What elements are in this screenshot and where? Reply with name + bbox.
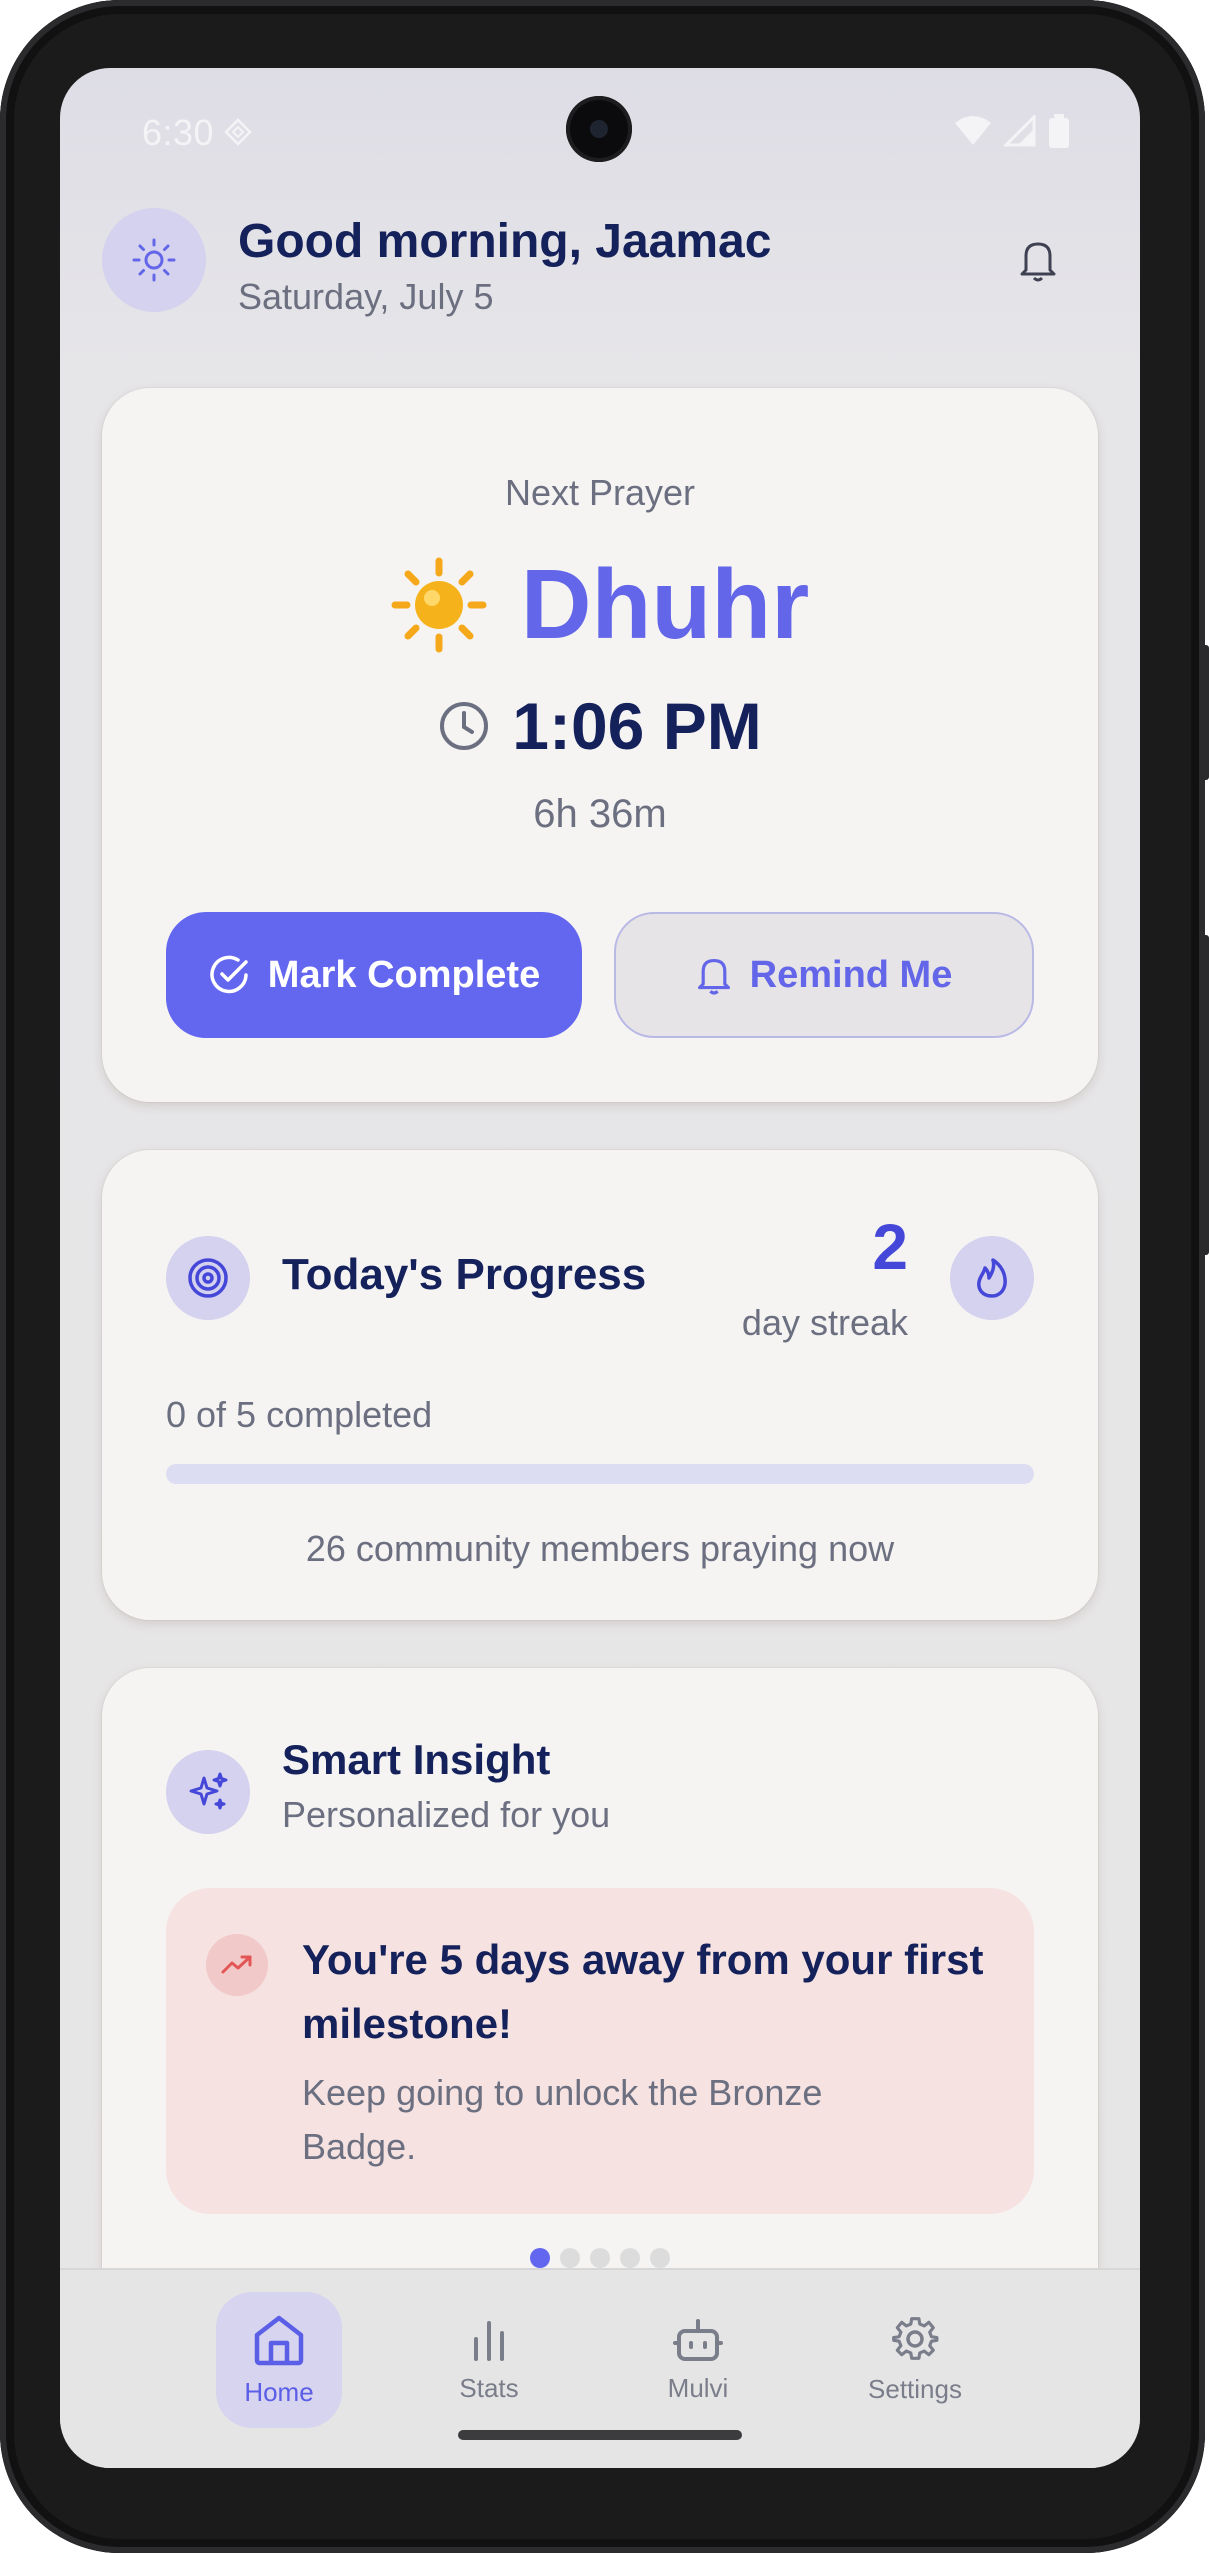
milestone-heading: You're 5 days away from your first miles… <box>302 1936 984 2047</box>
prayer-name-row: Dhuhr <box>102 548 1098 661</box>
mark-complete-label: Mark Complete <box>267 953 541 996</box>
gear-icon <box>892 2316 939 2360</box>
streak-count: 2 <box>872 1211 908 1283</box>
home-icon <box>254 2315 304 2365</box>
nav-mulvi[interactable]: Mulvi <box>635 2292 761 2428</box>
target-icon <box>188 1258 228 1298</box>
next-prayer-card: Next Prayer Dhuhr 1:06 PM 6h 36m Mark Co… <box>102 388 1098 1102</box>
current-date: Saturday, July 5 <box>238 276 494 317</box>
greeting-title: Good morning, Jaamac <box>238 215 772 268</box>
notifications-button[interactable] <box>1008 230 1068 290</box>
screen: 6:30 Good morning, Jaamac Saturday, July… <box>60 68 1140 2468</box>
remind-me-label: Remind Me <box>749 953 953 996</box>
nav-stats[interactable]: Stats <box>426 2292 552 2428</box>
home-indicator[interactable] <box>458 2430 742 2440</box>
pager-dot[interactable] <box>560 2248 580 2268</box>
target-avatar <box>166 1236 250 1320</box>
nav-settings-label: Settings <box>868 2373 962 2404</box>
prayer-name: Dhuhr <box>520 549 810 659</box>
remind-me-button[interactable]: Remind Me <box>614 912 1034 1038</box>
completed-count: 0 of 5 completed <box>166 1394 433 1435</box>
prayer-countdown: 6h 36m <box>533 792 667 836</box>
nav-mulvi-label: Mulvi <box>667 2372 729 2403</box>
signal-icon <box>1004 115 1036 147</box>
nav-home[interactable]: Home <box>216 2292 342 2428</box>
insight-pager[interactable] <box>102 2248 1098 2268</box>
streak-flame-button[interactable] <box>950 1236 1034 1320</box>
progress-bar <box>166 1464 1034 1484</box>
volume-button <box>1199 935 1209 1255</box>
pager-dot[interactable] <box>620 2248 640 2268</box>
progress-title: Today's Progress <box>282 1250 647 1299</box>
status-icons <box>954 114 1070 148</box>
flame-icon <box>977 1258 1007 1298</box>
status-time: 6:30 <box>142 112 215 153</box>
sparkles-icon <box>189 1772 228 1810</box>
home-header: Good morning, Jaamac Saturday, July 5 <box>102 208 1098 318</box>
bell-icon <box>697 959 730 995</box>
check-circle-icon <box>210 955 248 994</box>
trending-up-icon <box>221 1955 252 1974</box>
sun-avatar <box>102 208 206 312</box>
nav-settings[interactable]: Settings <box>852 2292 978 2428</box>
wifi-icon <box>955 116 991 145</box>
sun-icon <box>391 557 487 652</box>
pager-dot[interactable] <box>530 2248 550 2268</box>
insight-subtitle: Personalized for you <box>282 1794 611 1835</box>
community-count: 26 community members praying now <box>305 1528 895 1569</box>
front-camera <box>566 96 632 162</box>
milestone-insight-card[interactable]: You're 5 days away from your first miles… <box>166 1888 1034 2214</box>
mark-complete-button[interactable]: Mark Complete <box>166 912 582 1038</box>
bar-chart-icon <box>474 2320 504 2361</box>
prayer-time-row: 1:06 PM <box>102 688 1098 764</box>
pager-dot[interactable] <box>590 2248 610 2268</box>
bell-icon <box>1020 242 1056 282</box>
next-prayer-label: Next Prayer <box>504 472 696 513</box>
streak-label: day streak <box>741 1302 908 1343</box>
nav-home-label: Home <box>244 2376 314 2407</box>
progress-card: Today's Progress 2 day streak 0 of 5 com… <box>102 1150 1098 1620</box>
insight-title: Smart Insight <box>282 1736 551 1783</box>
phone-frame: 6:30 Good morning, Jaamac Saturday, July… <box>0 0 1209 2553</box>
clock-icon <box>440 702 489 750</box>
nav-stats-label: Stats <box>459 2372 519 2403</box>
prayer-time: 1:06 PM <box>512 689 762 763</box>
bot-icon <box>673 2318 723 2361</box>
diamond-icon <box>224 118 252 146</box>
battery-icon <box>1049 114 1069 148</box>
status-bar: 6:30 <box>60 68 1140 198</box>
pager-dot[interactable] <box>650 2248 670 2268</box>
power-button <box>1199 645 1209 780</box>
sun-outline-icon <box>132 238 176 282</box>
sparkles-avatar <box>166 1750 250 1834</box>
milestone-body: Keep going to unlock the Bronze Badge. <box>302 2072 823 2167</box>
trend-avatar <box>206 1934 268 1996</box>
